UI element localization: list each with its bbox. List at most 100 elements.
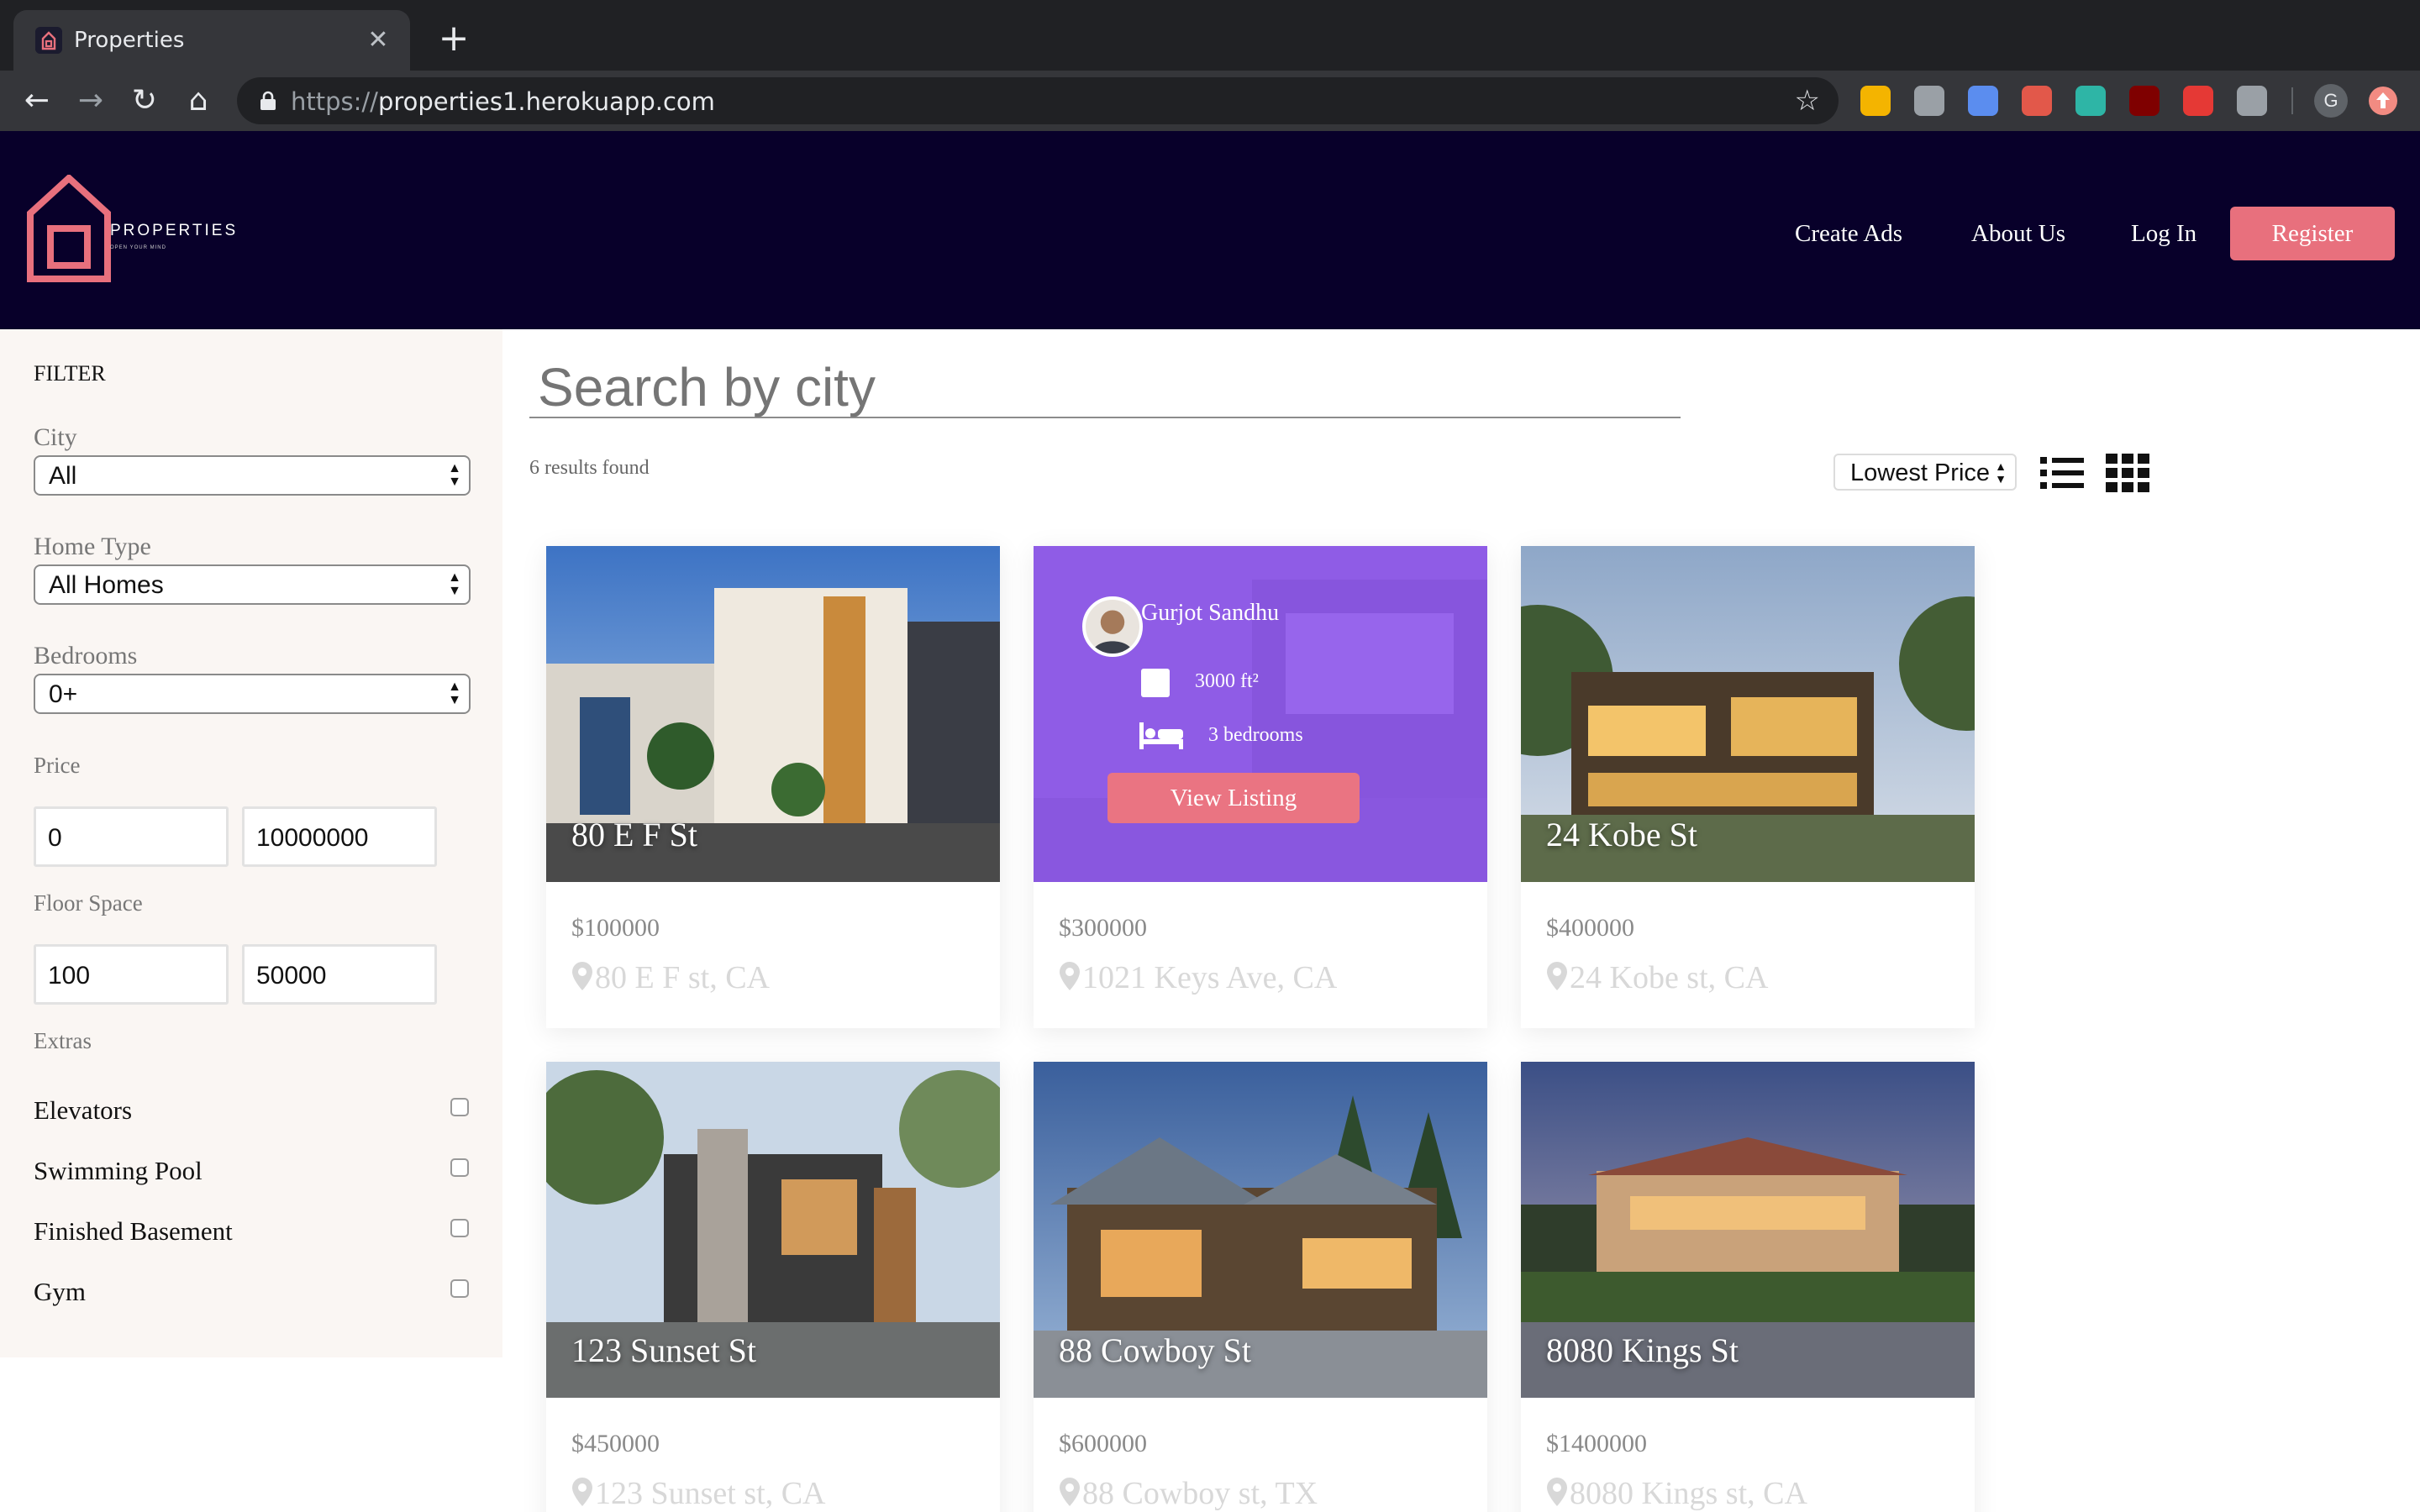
listing-price: $450000 [571,1430,660,1457]
price-max-value: 10000000 [256,824,369,852]
back-arrow-icon[interactable]: ← [17,81,57,121]
listing-card-88-cowboy-st[interactable]: 88 Cowboy St $600000 88 Cowboy st, TX [1034,1062,1487,1512]
site-header: PROPERTIES OPEN YOUR MIND Create Ads Abo… [0,131,2420,329]
floor-space-min-input[interactable]: 100 [34,944,229,1005]
brackets-ext-icon[interactable] [2237,86,2267,116]
home-type-label: Home Type [34,533,151,560]
url-host: properties1.herokuapp.com [377,87,715,116]
city-search-placeholder: Search by city [538,357,876,417]
extra-swimming-pool-label: Swimming Pool [34,1156,203,1185]
browser-toolbar: ← → ↻ ⌂ https://properties1.herokuapp.co… [0,71,2420,131]
url-text: https://properties1.herokuapp.com [291,87,715,116]
listing-card-24-kobe-st[interactable]: 24 Kobe St $400000 24 Kobe st, CA [1521,546,1975,1028]
tab-title: Properties [74,28,185,53]
url-scheme: https:// [291,87,378,116]
forward-arrow-icon[interactable]: → [71,81,111,121]
bedrooms-label: Bedrooms [34,642,138,669]
listing-address-text: 1021 Keys Ave, CA [1082,960,1338,995]
floor-space-label: Floor Space [34,890,143,916]
listing-address: 1021 Keys Ave, CA [1059,959,1337,996]
browser-tab[interactable]: Properties ✕ [13,10,410,71]
floor-space-icon [1141,669,1170,697]
house-favicon-icon [35,27,62,54]
city-search-input[interactable]: Search by city [529,353,1681,418]
listing-title: 24 Kobe St [1546,816,1697,853]
bed-icon [1139,722,1183,749]
location-pin-icon [1547,1478,1567,1506]
listing-card-80-e-f-st[interactable]: 80 E F St $100000 80 E F st, CA [546,546,1000,1028]
bedrooms-text: 3 bedrooms [1208,724,1303,746]
extra-finished-basement-checkbox[interactable] [450,1219,469,1237]
extra-gym-checkbox[interactable] [450,1279,469,1298]
results-count: 6 results found [529,457,650,479]
city-label: City [34,423,77,451]
listing-price: $1400000 [1546,1430,1647,1457]
house-logo-icon [27,175,111,282]
listing-card-1021-keys-ave[interactable]: Gurjot Sandhu 3000 ft² 3 bedrooms View L… [1034,546,1487,1028]
lock-icon [260,91,276,110]
bookmark-star-icon[interactable]: ☆ [1795,84,1820,118]
extras-label: Extras [34,1028,92,1053]
listing-address: 24 Kobe st, CA [1546,959,1768,996]
listing-address: 123 Sunset st, CA [571,1475,825,1512]
location-pin-icon [1060,962,1080,990]
update-icon[interactable] [2366,84,2400,118]
price-label: Price [34,753,81,778]
bedrooms-select-value: 0+ [49,680,78,708]
floor-space-max-input[interactable]: 50000 [242,944,437,1005]
filter-sidebar: FILTER City All ▲ ▼ Home Type All Homes ▲… [0,329,502,1357]
city-select[interactable]: All ▲ ▼ [34,455,471,496]
location-pin-icon [1060,1478,1080,1506]
logo[interactable]: PROPERTIES OPEN YOUR MIND [27,175,235,282]
reload-icon[interactable]: ↻ [124,81,165,121]
listing-title: 8080 Kings St [1546,1331,1739,1369]
price-min-input[interactable]: 0 [34,806,229,867]
listing-title: 123 Sunset St [571,1331,757,1369]
grid-view-icon[interactable] [2106,454,2149,492]
sort-select[interactable]: Lowest Price ▲ ▼ [1833,454,2017,491]
listing-price: $600000 [1059,1430,1147,1457]
glasses-ext-icon[interactable] [1968,86,1998,116]
home-icon[interactable]: ⌂ [178,81,218,121]
profile-avatar[interactable]: G [2314,84,2348,118]
home-type-select[interactable]: All Homes ▲ ▼ [34,564,471,605]
listing-address-text: 123 Sunset st, CA [595,1476,826,1511]
bedrooms-select[interactable]: 0+ ▲ ▼ [34,674,471,714]
nav-log-in[interactable]: Log In [2131,218,2196,249]
browser-tab-bar: Properties ✕ + [0,0,2420,71]
extra-finished-basement-label: Finished Basement [34,1216,233,1246]
nav-about-us[interactable]: About Us [1971,218,2065,249]
listing-price: $400000 [1546,914,1634,942]
ublock-ext-icon[interactable] [2129,86,2160,116]
color-picker-ext-icon[interactable] [1860,86,1891,116]
listing-card-123-sunset-st[interactable]: 123 Sunset St $450000 123 Sunset st, CA [546,1062,1000,1512]
listing-price: $100000 [571,914,660,942]
floor-space-min-value: 100 [48,962,91,990]
floor-space-max-value: 50000 [256,962,327,990]
address-bar[interactable]: https://properties1.herokuapp.com ☆ [237,77,1839,124]
logo-tagline: OPEN YOUR MIND [110,245,166,250]
rainbow-ext-icon[interactable] [2183,86,2213,116]
filter-title: FILTER [34,361,106,386]
listing-address-text: 24 Kobe st, CA [1570,960,1769,995]
toolbar-divider [2291,87,2293,114]
tab-close-icon[interactable]: ✕ [361,24,395,57]
listing-address-text: 80 E F st, CA [595,960,770,995]
register-button[interactable]: Register [2230,207,2395,260]
listing-title: 80 E F St [571,816,698,853]
price-max-input[interactable]: 10000000 [242,806,437,867]
new-tab-button[interactable]: + [434,20,474,60]
extra-swimming-pool-checkbox[interactable] [450,1158,469,1177]
extra-elevators-checkbox[interactable] [450,1098,469,1116]
listing-card-8080-kings-st[interactable]: 8080 Kings St $1400000 8080 Kings st, CA [1521,1062,1975,1512]
agent-avatar[interactable] [1082,596,1143,657]
view-listing-button[interactable]: View Listing [1107,773,1360,823]
price-min-value: 0 [48,824,62,852]
circle-ext-icon[interactable] [2075,86,2106,116]
list-view-icon[interactable] [2040,454,2084,492]
nav-create-ads[interactable]: Create Ads [1795,218,1902,249]
location-pin-icon [1547,962,1567,990]
location-pin-icon [572,962,592,990]
chat-ext-icon[interactable] [1914,86,1944,116]
puzzle-ext-icon[interactable] [2022,86,2052,116]
